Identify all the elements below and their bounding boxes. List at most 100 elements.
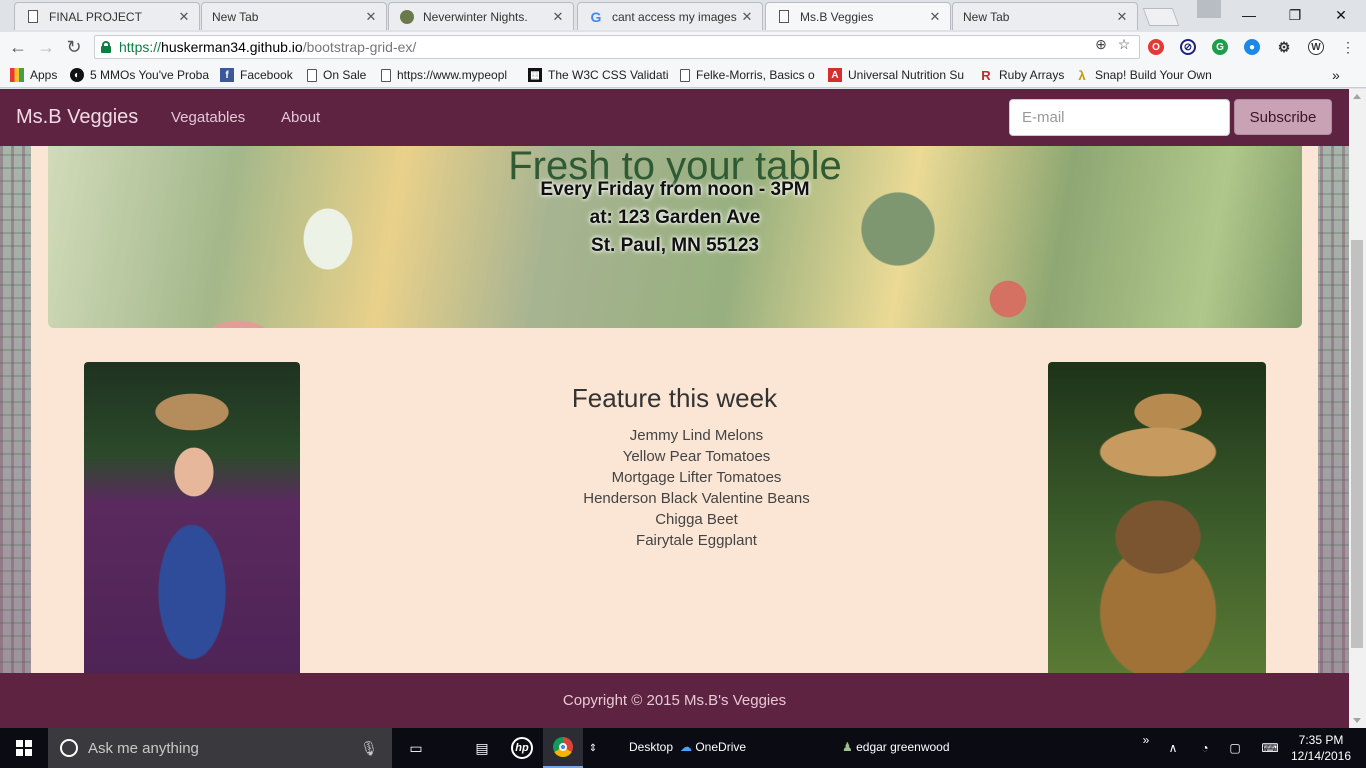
bookmark-felke-morris[interactable]: Felke-Morris, Basics o [680,67,818,83]
document-icon [307,68,317,82]
show-hidden-icons-icon[interactable]: ∧ [1163,728,1183,768]
nav-link-vegetables[interactable]: Vegatables [171,109,245,126]
keyboard-icon[interactable]: ⌨ [1258,728,1282,768]
profile-button[interactable] [1197,0,1221,18]
tab-neverwinter[interactable]: Neverwinter Nights. ✕ [388,2,574,30]
tab-ms-b-veggies[interactable]: Ms.B Veggies ✕ [765,2,951,30]
tab-new-tab-1[interactable]: New Tab ✕ [201,2,387,30]
wifi-icon[interactable]: ◔ [1195,728,1215,768]
tab-google-search[interactable]: G cant access my images i ✕ [577,2,763,30]
nav-link-about[interactable]: About [281,109,320,126]
windows-taskbar: Ask me anything 🎙 ▭ ▤ hp ⇕ Desktop ☁ One… [0,728,1366,768]
close-tab-icon[interactable]: ✕ [1115,9,1129,25]
page-container: Fresh to your table Every Friday from no… [31,89,1318,728]
bookmark-on-sale[interactable]: On Sale [307,67,366,83]
woman-in-straw-hat-photo [84,362,300,674]
scroll-down-arrow-icon[interactable] [1353,718,1361,723]
close-tab-icon[interactable]: ✕ [740,9,754,25]
document-icon [25,9,41,25]
reload-icon[interactable]: ↻ [62,35,86,59]
dog-in-straw-hat-photo [1048,362,1266,674]
forward-arrow-icon[interactable]: → [34,35,58,59]
bookmark-mmos[interactable]: ◐ 5 MMOs You've Proba [70,67,210,83]
document-icon [776,9,792,25]
bookmark-universal-nutrition[interactable]: A Universal Nutrition Su [828,67,968,83]
copyright-text: Copyright © 2015 Ms.B's Veggies [562,692,787,709]
hp-app-icon[interactable]: hp [502,728,542,768]
bookmark-facebook[interactable]: f Facebook [220,67,293,83]
list-item: Yellow Pear Tomatoes [622,448,771,465]
close-tab-icon[interactable]: ✕ [551,9,565,25]
user-icon: ♟ [842,740,853,754]
scrollbar-thumb[interactable] [1351,240,1363,648]
toolbar-overflow-chevron-icon[interactable]: » [1138,720,1154,760]
bookmark-w3c[interactable]: ▦ The W3C CSS Validati [528,67,672,83]
close-tab-icon[interactable]: ✕ [364,9,378,25]
ruby-icon: R [981,67,991,83]
onedrive-label[interactable]: ☁ OneDrive [680,740,746,754]
steam-icon: ◐ [70,68,84,82]
tab-final-project[interactable]: FINAL PROJECT ✕ [14,2,200,30]
grammarly-extension-icon[interactable]: G [1212,39,1228,55]
bookmark-mypeople[interactable]: https://www.mypeopl [381,67,521,83]
cortana-search-box[interactable]: Ask me anything 🎙 [48,728,392,768]
settings-gear-icon[interactable]: ⚙ [1276,39,1292,55]
email-field[interactable] [1009,99,1230,136]
page-viewport: Fresh to your table Every Friday from no… [0,89,1349,728]
more-bookmarks-chevron-icon[interactable]: » [1332,67,1340,83]
screencast-extension-icon[interactable]: ● [1244,39,1260,55]
chrome-app-icon[interactable] [543,728,583,768]
taskbar-clock[interactable]: 7:35 PM 12/14/2016 [1288,732,1354,764]
notifications-icon[interactable]: ▢ [1225,728,1245,768]
new-tab-button[interactable] [1142,8,1180,26]
scroll-up-arrow-icon[interactable] [1353,94,1361,99]
bookmark-snap[interactable]: λ Snap! Build Your Own [1075,67,1215,83]
jumbotron-vegetable-banner: Fresh to your table Every Friday from no… [48,129,1302,328]
browser-toolbar: ← → ↻ https://huskerman34.github.io/boot… [0,32,1366,62]
game-icon [399,9,415,25]
site-navbar: Ms.B Veggies Vegatables About Subscribe [0,89,1349,146]
windows-logo-icon [16,740,32,756]
close-tab-icon[interactable]: ✕ [177,9,191,25]
feature-title: Feature this week [571,383,778,413]
address-bar[interactable]: https://huskerman34.github.io/bootstrap-… [94,35,1140,59]
feature-list: Jemmy Lind Melons Yellow Pear Tomatoes M… [320,425,1073,551]
zoom-icon[interactable]: ⊕ [1093,36,1109,52]
google-icon: G [590,8,602,25]
tab-new-tab-2[interactable]: New Tab ✕ [952,2,1138,30]
user-label[interactable]: ♟ edgar greenwood [842,740,950,754]
taskbar-scroll-arrows-icon[interactable]: ⇕ [584,728,602,768]
onedrive-icon: ☁ [680,740,692,754]
bookmark-apps[interactable]: Apps [10,67,57,83]
lock-icon [101,41,111,53]
maximize-button[interactable]: ❐ [1272,0,1318,30]
microphone-icon[interactable]: 🎙 [360,740,378,757]
close-window-button[interactable]: ✕ [1318,0,1364,30]
close-tab-icon[interactable]: ✕ [928,9,942,25]
wordpress-extension-icon[interactable]: W [1308,39,1324,55]
facebook-icon: f [220,68,234,82]
list-item: Jemmy Lind Melons [629,427,764,444]
cortana-icon [60,739,78,757]
minimize-button[interactable]: — [1226,0,1272,30]
block-extension-icon[interactable]: ⊘ [1180,39,1196,55]
start-button[interactable] [0,728,48,768]
menu-icon[interactable]: ⋮ [1340,39,1356,55]
bookmarks-bar: Apps ◐ 5 MMOs You've Proba f Facebook On… [0,62,1366,88]
calculator-app-icon[interactable]: ▤ [462,728,502,768]
vertical-scrollbar[interactable] [1349,89,1366,728]
tab-strip: FINAL PROJECT ✕ New Tab ✕ Neverwinter Ni… [0,0,1366,32]
list-item: Fairytale Eggplant [636,532,757,549]
task-view-icon[interactable]: ▭ [396,728,436,768]
brand-link[interactable]: Ms.B Veggies [16,106,138,129]
market-city-text: St. Paul, MN 55123 [591,235,759,256]
back-arrow-icon[interactable]: ← [6,35,30,59]
bookmark-star-icon[interactable]: ☆ [1116,36,1132,52]
document-icon [680,68,690,82]
desktop-toolbar-label[interactable]: Desktop [629,740,673,754]
bookmark-ruby-arrays[interactable]: R Ruby Arrays [979,67,1064,83]
list-item: Chigga Beet [655,511,738,528]
subscribe-button[interactable]: Subscribe [1234,99,1332,135]
opera-extension-icon[interactable]: O [1148,39,1164,55]
w3c-icon: ▦ [528,68,542,82]
